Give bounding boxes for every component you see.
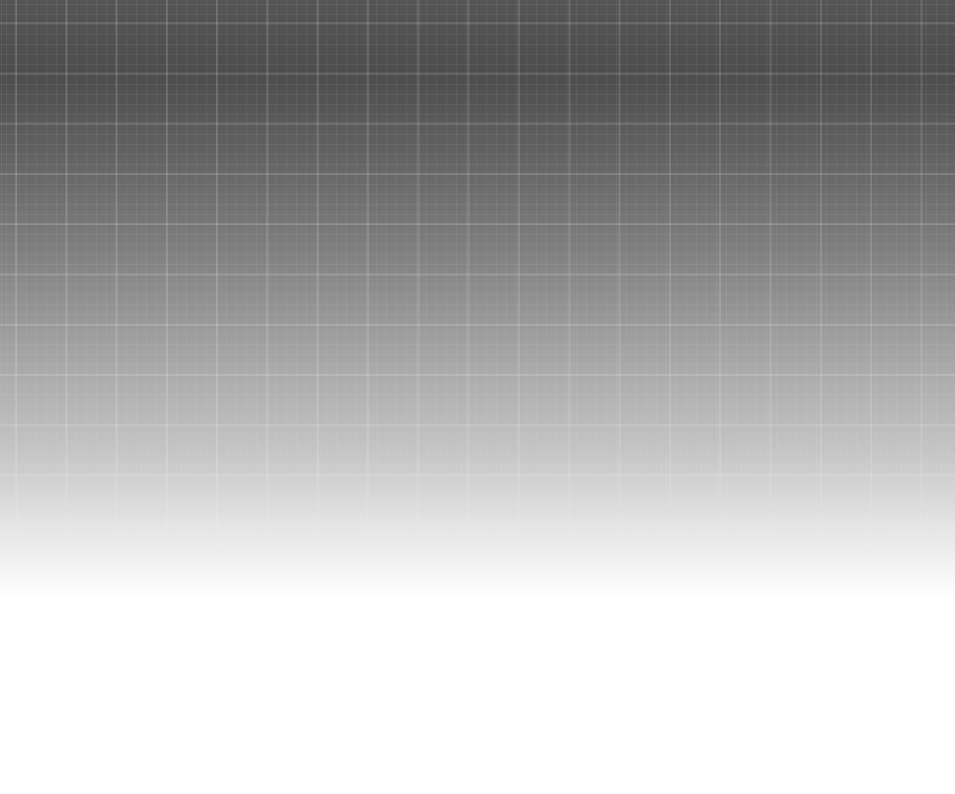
blank-content-area [0,600,955,794]
gradient-backdrop [0,0,955,600]
page [0,0,955,794]
coarse-grid-pattern [0,0,955,600]
